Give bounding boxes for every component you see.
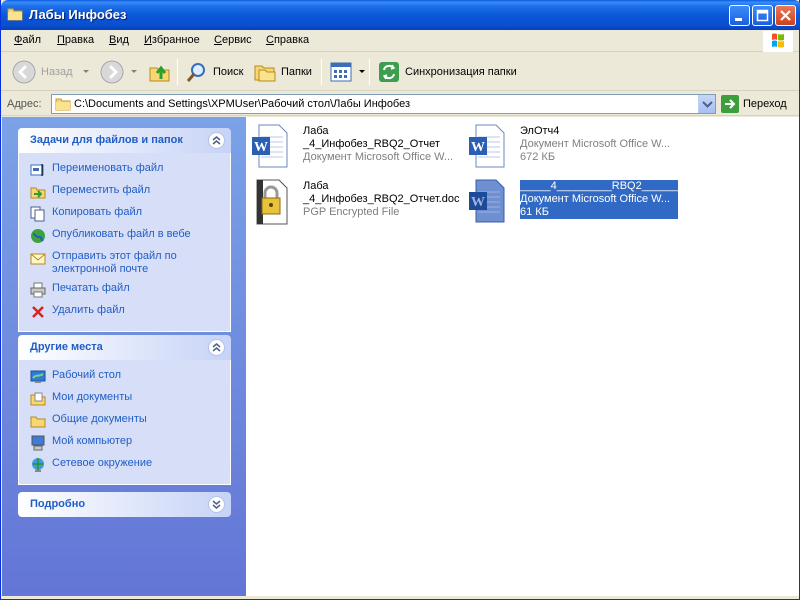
back-dropdown-icon[interactable]	[83, 70, 89, 73]
close-icon	[780, 10, 791, 21]
folder-icon	[55, 98, 71, 111]
up-folder-button[interactable]	[147, 56, 173, 88]
pgp-encrypted-icon	[256, 179, 288, 225]
menu-file[interactable]: Файл	[14, 34, 41, 46]
forward-dropdown-icon[interactable]	[131, 70, 137, 73]
printer-icon	[30, 282, 46, 298]
task-print-file[interactable]: Печатать файл	[19, 279, 230, 301]
sync-folder-button[interactable]: Синхронизация папки	[377, 56, 517, 88]
expand-icon[interactable]	[208, 496, 225, 513]
menu-help[interactable]: Справка	[266, 34, 309, 46]
other-places-panel: Другие места Рабочий стол Мои документы …	[18, 335, 231, 485]
place-shared-documents[interactable]: Общие документы	[19, 410, 230, 432]
up-folder-icon	[149, 65, 170, 82]
my-computer-icon	[31, 435, 45, 451]
address-bar: Адрес: C:\Documents and Settings\XPMUser…	[1, 92, 799, 116]
collapse-icon[interactable]	[208, 132, 225, 149]
address-field[interactable]: C:\Documents and Settings\XPMUser\Рабочи…	[51, 94, 716, 114]
menu-view[interactable]: Вид	[109, 34, 129, 46]
details-panel: Подробно	[18, 492, 231, 517]
details-header[interactable]: Подробно	[18, 492, 231, 517]
minimize-icon	[735, 18, 742, 21]
maximize-icon	[756, 9, 769, 22]
move-icon	[30, 187, 46, 199]
back-arrow-icon	[12, 60, 36, 84]
chevron-down-icon	[702, 101, 713, 108]
task-copy-file[interactable]: Копировать файл	[19, 203, 230, 225]
word-document-icon: W	[469, 179, 505, 223]
task-publish-web[interactable]: Опубликовать файл в вебе	[19, 225, 230, 247]
copy-icon	[30, 206, 45, 222]
word-document-icon: W	[252, 124, 288, 168]
menu-bar: Файл Правка Вид Избранное Сервис Справка	[1, 30, 799, 52]
search-button[interactable]: Поиск	[185, 56, 243, 88]
task-delete-file[interactable]: Удалить файл	[19, 301, 230, 323]
minimize-button[interactable]	[729, 5, 750, 26]
collapse-icon[interactable]	[208, 339, 225, 356]
views-button[interactable]	[329, 56, 355, 88]
email-icon	[30, 253, 46, 265]
file-list: W Лаба _4_Инфобез_RBQ2_Отчет Документ Mi…	[246, 117, 799, 596]
file-tasks-panel: Задачи для файлов и папок Переименовать …	[18, 128, 231, 332]
window-title: Лабы Инфобез	[29, 7, 127, 22]
search-icon	[186, 63, 205, 82]
folder-icon	[7, 8, 23, 21]
place-my-documents[interactable]: Мои документы	[19, 388, 230, 410]
windows-logo-icon	[763, 31, 793, 52]
forward-arrow-icon	[100, 60, 124, 84]
title-bar[interactable]: Лабы Инфобез	[1, 0, 800, 30]
menu-favorites[interactable]: Избранное	[144, 34, 200, 46]
sync-icon	[379, 62, 399, 82]
place-desktop[interactable]: Рабочий стол	[19, 366, 230, 388]
menu-edit[interactable]: Правка	[57, 34, 94, 46]
place-network[interactable]: Сетевое окружение	[19, 454, 230, 476]
go-arrow-icon	[721, 95, 739, 113]
maximize-button[interactable]	[752, 5, 773, 26]
back-button[interactable]: Назад	[11, 56, 73, 88]
menu-tools[interactable]: Сервис	[214, 34, 252, 46]
forward-button[interactable]	[99, 56, 125, 88]
address-label: Адрес:	[7, 98, 42, 110]
other-places-header[interactable]: Другие места	[18, 335, 231, 360]
views-icon	[330, 62, 352, 82]
place-my-computer[interactable]: Мой компьютер	[19, 432, 230, 454]
my-documents-icon	[30, 392, 46, 406]
svg-text:W: W	[471, 195, 485, 210]
svg-text:W: W	[471, 140, 485, 155]
desktop-icon	[30, 370, 46, 383]
task-email-file[interactable]: Отправить этот файл по электронной почте	[19, 247, 230, 279]
close-button[interactable]	[775, 5, 796, 26]
folders-icon	[254, 65, 276, 82]
folders-button[interactable]: Папки	[253, 56, 312, 88]
task-pane: Задачи для файлов и папок Переименовать …	[2, 117, 246, 596]
shared-documents-icon	[30, 416, 46, 428]
views-dropdown-icon[interactable]	[359, 70, 365, 73]
rename-icon	[30, 164, 44, 176]
file-tasks-header[interactable]: Задачи для файлов и папок	[18, 128, 231, 153]
delete-icon	[32, 306, 44, 318]
task-rename-file[interactable]: Переименовать файл	[19, 159, 230, 181]
svg-text:W: W	[254, 140, 268, 155]
web-publish-icon	[31, 229, 45, 243]
network-icon	[32, 458, 44, 472]
go-button[interactable]: Переход	[721, 95, 787, 113]
explorer-window: Лабы Инфобез Файл Правка Вид Избранное С…	[0, 0, 800, 600]
address-dropdown-button[interactable]	[698, 95, 715, 113]
address-value: C:\Documents and Settings\XPMUser\Рабочи…	[74, 98, 411, 110]
task-move-file[interactable]: Переместить файл	[19, 181, 230, 203]
toolbar: Назад Поиск Папки Синхронизация папки	[1, 53, 799, 91]
word-document-icon: W	[469, 124, 505, 168]
